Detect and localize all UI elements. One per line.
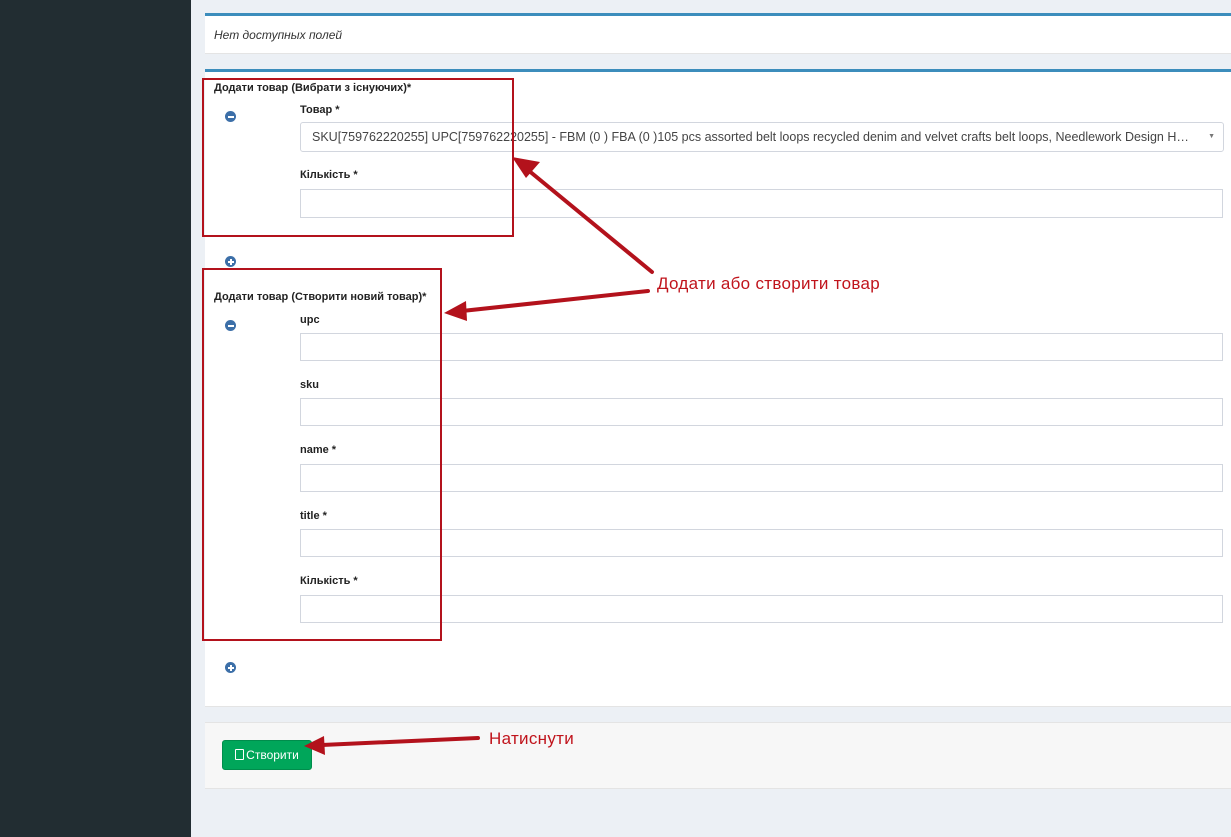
arrowhead-new (444, 301, 467, 321)
arrowhead-create (304, 736, 325, 755)
arrow-line-existing (526, 168, 654, 274)
annotation-arrows (304, 157, 654, 755)
annotation-press: Натиснути (489, 729, 575, 748)
arrow-line-new (460, 289, 650, 313)
arrow-line-create (320, 736, 480, 747)
annotation-add-or-create: Додати або створити товар (657, 274, 880, 293)
